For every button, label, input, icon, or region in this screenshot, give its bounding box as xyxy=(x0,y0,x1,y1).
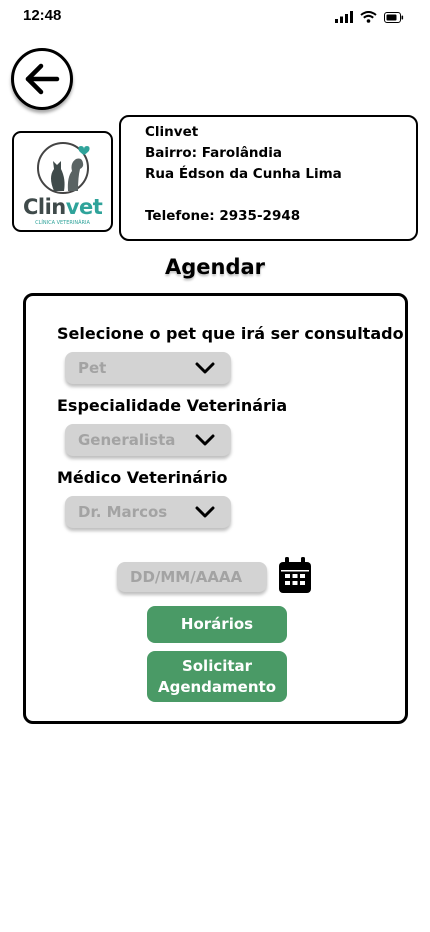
vet-label: Médico Veterinário xyxy=(57,468,228,487)
pet-select[interactable]: Pet xyxy=(65,352,231,384)
back-arrow-icon xyxy=(25,63,60,95)
page-title: Agendar xyxy=(164,255,266,279)
logo-wordmark: Clinvet xyxy=(23,195,103,219)
battery-icon xyxy=(384,8,404,27)
status-time: 12:48 xyxy=(23,7,62,24)
chevron-down-icon xyxy=(195,506,215,518)
clinic-phone: Telefone: 2935-2948 xyxy=(145,208,301,224)
status-icons xyxy=(335,8,404,27)
pet-logo-icon xyxy=(37,142,90,194)
clinic-logo: Clinvet CLÍNICA VETERINÁRIA xyxy=(12,131,113,232)
calendar-icon[interactable] xyxy=(278,557,312,594)
clinic-info-card: Clinvet Bairro: Farolândia Rua Édson da … xyxy=(119,115,418,241)
clinic-name: Clinvet xyxy=(145,124,199,140)
date-input[interactable]: DD/MM/AAAA xyxy=(117,562,267,592)
request-appointment-button[interactable]: Solicitar Agendamento xyxy=(147,651,287,702)
vet-select-value: Dr. Marcos xyxy=(78,503,168,521)
specialty-select[interactable]: Generalista xyxy=(65,424,231,456)
appointment-form: Selecione o pet que irá ser consultado P… xyxy=(23,293,408,724)
clinic-street: Rua Édson da Cunha Lima xyxy=(145,166,342,182)
vet-select[interactable]: Dr. Marcos xyxy=(65,496,231,528)
back-button[interactable] xyxy=(11,48,73,110)
status-bar: 12:48 xyxy=(0,0,430,32)
clinic-district: Bairro: Farolândia xyxy=(145,145,282,161)
request-button-line1: Solicitar xyxy=(181,656,253,675)
pet-select-value: Pet xyxy=(78,359,107,377)
wifi-icon xyxy=(360,8,377,27)
logo-subtitle: CLÍNICA VETERINÁRIA xyxy=(35,220,90,226)
chevron-down-icon xyxy=(195,362,215,374)
specialty-label: Especialidade Veterinária xyxy=(57,396,288,415)
specialty-select-value: Generalista xyxy=(78,431,176,449)
pet-label: Selecione o pet que irá ser consultado xyxy=(57,324,404,343)
times-button[interactable]: Horários xyxy=(147,606,287,643)
date-placeholder: DD/MM/AAAA xyxy=(130,568,243,586)
chevron-down-icon xyxy=(195,434,215,446)
signal-icon xyxy=(335,8,353,27)
request-button-line2: Agendamento xyxy=(157,677,276,696)
